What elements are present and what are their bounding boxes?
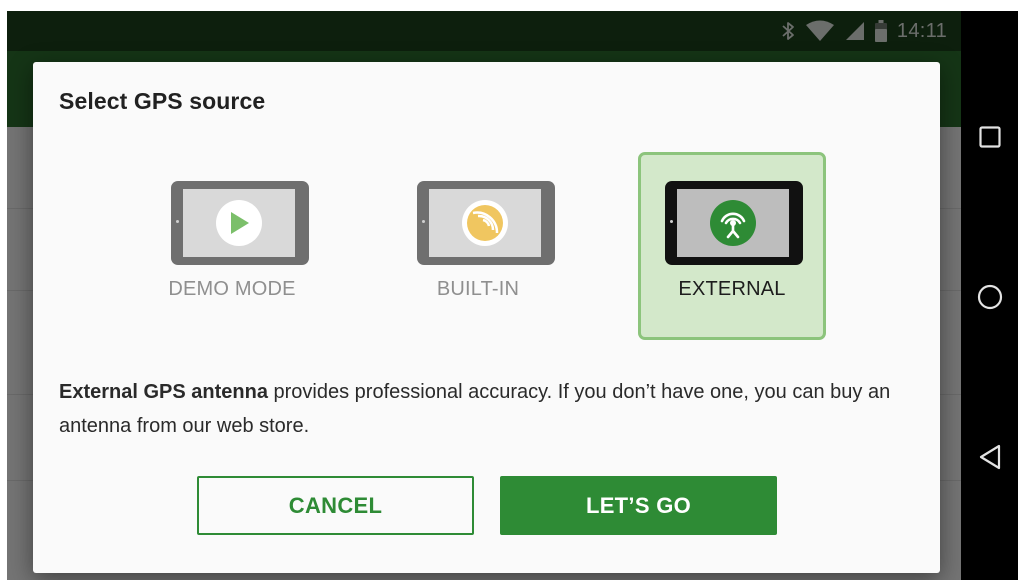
lets-go-button[interactable]: LET’S GO xyxy=(500,476,777,535)
satellite-dish-icon xyxy=(462,200,508,246)
option-external[interactable]: EXTERNAL xyxy=(638,152,826,340)
home-icon xyxy=(977,284,1003,315)
tablet-icon xyxy=(665,181,803,265)
dialog-description: External GPS antenna provides profession… xyxy=(59,375,919,443)
antenna-icon xyxy=(710,200,756,246)
tablet-icon xyxy=(417,181,555,265)
description-highlight: External GPS antenna xyxy=(59,381,268,403)
option-built-in[interactable]: BUILT-IN xyxy=(384,152,572,340)
option-label: BUILT-IN xyxy=(436,278,520,300)
recents-button[interactable] xyxy=(961,109,1018,169)
option-label: EXTERNAL xyxy=(678,278,786,300)
dialog-title: Select GPS source xyxy=(59,88,266,114)
option-demo-mode[interactable]: DEMO MODE xyxy=(138,152,326,340)
gps-source-dialog: Select GPS source DEMO MODE BUILT-IN EXT… xyxy=(33,62,940,573)
option-label: DEMO MODE xyxy=(168,278,296,300)
back-button[interactable] xyxy=(961,429,1018,489)
recents-icon xyxy=(978,125,1001,153)
home-button[interactable] xyxy=(961,269,1018,329)
navigation-bar xyxy=(961,11,1018,580)
back-icon xyxy=(979,444,1001,475)
tablet-icon xyxy=(171,181,309,265)
play-icon xyxy=(216,200,262,246)
cancel-button[interactable]: CANCEL xyxy=(197,476,474,535)
